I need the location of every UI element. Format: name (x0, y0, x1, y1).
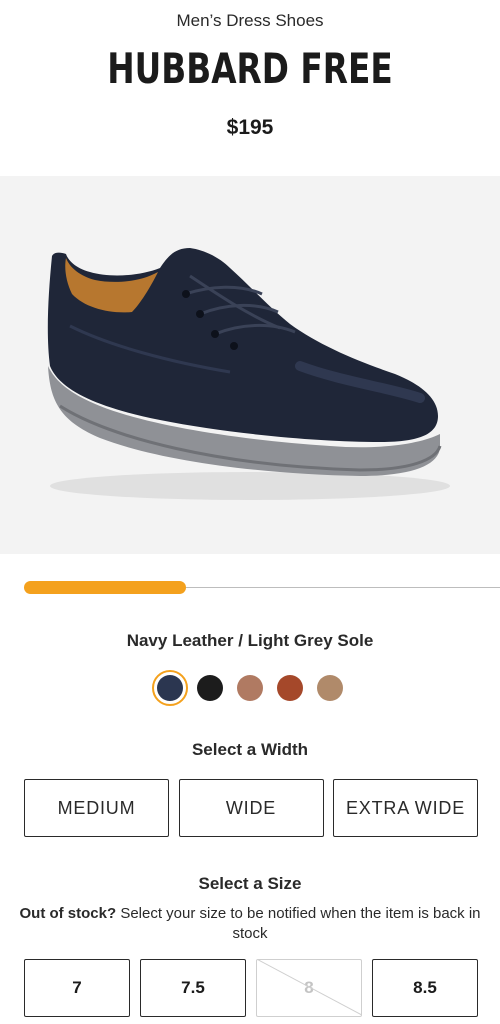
width-option-wide[interactable]: WIDE (178, 779, 324, 837)
color-swatch-rust-brown[interactable] (272, 670, 308, 706)
selected-color-label: Navy Leather / Light Grey Sole (126, 631, 374, 650)
product-header: Men’s Dress Shoes HUBBARD FREE $195 (0, 0, 500, 176)
stock-notice-bold: Out of stock? (19, 905, 117, 922)
stock-notice: Out of stock? Select your size to be not… (0, 904, 500, 944)
shoe-illustration (47, 248, 450, 500)
size-heading: Select a Size (198, 874, 302, 893)
image-carousel-progress (24, 580, 500, 596)
product-image[interactable] (0, 176, 500, 554)
color-swatches (0, 670, 500, 706)
color-swatch-fill (197, 675, 223, 701)
color-swatch-navy[interactable] (152, 670, 188, 706)
size-option-7-5[interactable]: 7.5 (140, 959, 246, 1017)
product-category: Men’s Dress Shoes (176, 11, 324, 30)
product-title: HUBBARD FREE (107, 44, 393, 93)
color-swatch-fill (277, 675, 303, 701)
color-swatch-black[interactable] (192, 670, 228, 706)
width-option-extra-wide[interactable]: EXTRA WIDE (333, 779, 478, 837)
width-options: MEDIUM WIDE EXTRA WIDE (24, 779, 478, 837)
size-option-7[interactable]: 7 (24, 959, 130, 1017)
size-option-8[interactable]: 8 (256, 959, 362, 1017)
size-options: 7 7.5 8 8.5 (24, 959, 478, 1017)
width-option-medium[interactable]: MEDIUM (24, 779, 169, 837)
color-swatch-fill (317, 675, 343, 701)
color-swatch-fill (237, 675, 263, 701)
width-heading: Select a Width (191, 740, 309, 759)
color-swatch-fill (157, 675, 183, 701)
product-price: $195 (226, 116, 274, 139)
color-swatch-tan[interactable] (312, 670, 348, 706)
color-swatch-light-brown[interactable] (232, 670, 268, 706)
progress-fill (24, 581, 186, 594)
size-option-8-5[interactable]: 8.5 (372, 959, 478, 1017)
stock-notice-text: Select your size to be notified when the… (116, 905, 481, 942)
